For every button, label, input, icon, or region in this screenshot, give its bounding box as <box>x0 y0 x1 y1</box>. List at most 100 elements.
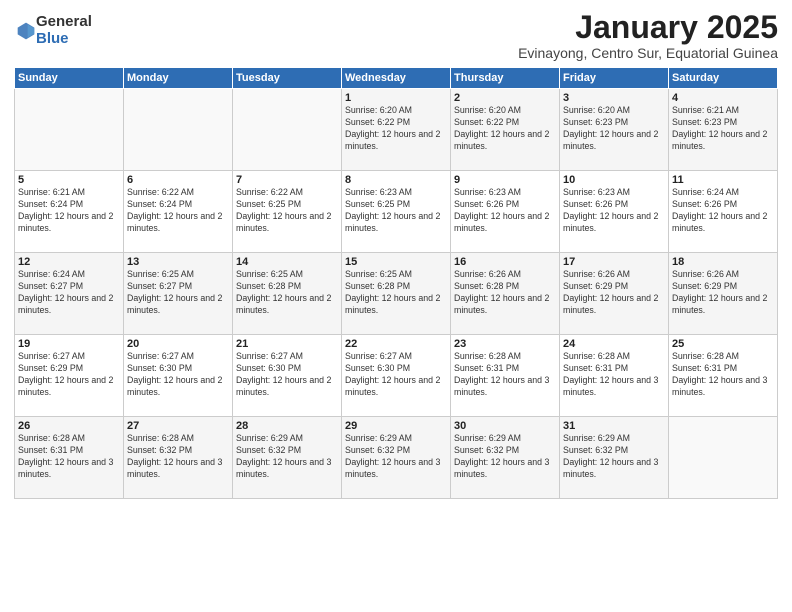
calendar-cell <box>124 89 233 171</box>
calendar-cell: 29Sunrise: 6:29 AM Sunset: 6:32 PM Dayli… <box>342 417 451 499</box>
day-number: 28 <box>236 420 338 432</box>
col-friday: Friday <box>560 68 669 89</box>
logo-text: General Blue <box>36 14 92 47</box>
day-number: 30 <box>454 420 556 432</box>
day-info: Sunrise: 6:20 AM Sunset: 6:23 PM Dayligh… <box>563 105 665 153</box>
calendar-cell <box>15 89 124 171</box>
day-number: 23 <box>454 338 556 350</box>
day-number: 19 <box>18 338 120 350</box>
calendar-cell: 22Sunrise: 6:27 AM Sunset: 6:30 PM Dayli… <box>342 335 451 417</box>
header-row: Sunday Monday Tuesday Wednesday Thursday… <box>15 68 778 89</box>
day-number: 10 <box>563 174 665 186</box>
calendar-cell: 10Sunrise: 6:23 AM Sunset: 6:26 PM Dayli… <box>560 171 669 253</box>
calendar-cell: 24Sunrise: 6:28 AM Sunset: 6:31 PM Dayli… <box>560 335 669 417</box>
day-info: Sunrise: 6:21 AM Sunset: 6:23 PM Dayligh… <box>672 105 774 153</box>
day-info: Sunrise: 6:28 AM Sunset: 6:31 PM Dayligh… <box>18 433 120 481</box>
logo-general: General <box>36 14 92 31</box>
day-number: 5 <box>18 174 120 186</box>
calendar-cell: 31Sunrise: 6:29 AM Sunset: 6:32 PM Dayli… <box>560 417 669 499</box>
calendar-cell: 30Sunrise: 6:29 AM Sunset: 6:32 PM Dayli… <box>451 417 560 499</box>
day-number: 8 <box>345 174 447 186</box>
calendar-cell: 13Sunrise: 6:25 AM Sunset: 6:27 PM Dayli… <box>124 253 233 335</box>
calendar-cell: 16Sunrise: 6:26 AM Sunset: 6:28 PM Dayli… <box>451 253 560 335</box>
calendar-cell: 25Sunrise: 6:28 AM Sunset: 6:31 PM Dayli… <box>669 335 778 417</box>
day-info: Sunrise: 6:23 AM Sunset: 6:26 PM Dayligh… <box>563 187 665 235</box>
day-number: 15 <box>345 256 447 268</box>
day-info: Sunrise: 6:28 AM Sunset: 6:31 PM Dayligh… <box>672 351 774 399</box>
calendar-cell: 15Sunrise: 6:25 AM Sunset: 6:28 PM Dayli… <box>342 253 451 335</box>
calendar-week-3: 12Sunrise: 6:24 AM Sunset: 6:27 PM Dayli… <box>15 253 778 335</box>
calendar-cell: 2Sunrise: 6:20 AM Sunset: 6:22 PM Daylig… <box>451 89 560 171</box>
day-info: Sunrise: 6:26 AM Sunset: 6:29 PM Dayligh… <box>672 269 774 317</box>
calendar-cell: 7Sunrise: 6:22 AM Sunset: 6:25 PM Daylig… <box>233 171 342 253</box>
day-number: 16 <box>454 256 556 268</box>
calendar-cell: 5Sunrise: 6:21 AM Sunset: 6:24 PM Daylig… <box>15 171 124 253</box>
col-tuesday: Tuesday <box>233 68 342 89</box>
day-info: Sunrise: 6:23 AM Sunset: 6:25 PM Dayligh… <box>345 187 447 235</box>
logo-blue: Blue <box>36 31 92 48</box>
day-number: 9 <box>454 174 556 186</box>
calendar-cell: 18Sunrise: 6:26 AM Sunset: 6:29 PM Dayli… <box>669 253 778 335</box>
calendar-page: General Blue January 2025 Evinayong, Cen… <box>0 0 792 612</box>
calendar-cell: 23Sunrise: 6:28 AM Sunset: 6:31 PM Dayli… <box>451 335 560 417</box>
header: General Blue January 2025 Evinayong, Cen… <box>14 10 778 61</box>
col-wednesday: Wednesday <box>342 68 451 89</box>
day-number: 2 <box>454 92 556 104</box>
day-info: Sunrise: 6:29 AM Sunset: 6:32 PM Dayligh… <box>454 433 556 481</box>
day-info: Sunrise: 6:22 AM Sunset: 6:24 PM Dayligh… <box>127 187 229 235</box>
logo-icon <box>16 21 36 41</box>
calendar-cell: 8Sunrise: 6:23 AM Sunset: 6:25 PM Daylig… <box>342 171 451 253</box>
calendar-week-4: 19Sunrise: 6:27 AM Sunset: 6:29 PM Dayli… <box>15 335 778 417</box>
day-info: Sunrise: 6:25 AM Sunset: 6:28 PM Dayligh… <box>345 269 447 317</box>
day-number: 24 <box>563 338 665 350</box>
calendar-cell: 4Sunrise: 6:21 AM Sunset: 6:23 PM Daylig… <box>669 89 778 171</box>
day-number: 1 <box>345 92 447 104</box>
calendar-cell: 1Sunrise: 6:20 AM Sunset: 6:22 PM Daylig… <box>342 89 451 171</box>
location-subtitle: Evinayong, Centro Sur, Equatorial Guinea <box>518 45 778 61</box>
calendar-cell: 19Sunrise: 6:27 AM Sunset: 6:29 PM Dayli… <box>15 335 124 417</box>
calendar-cell: 27Sunrise: 6:28 AM Sunset: 6:32 PM Dayli… <box>124 417 233 499</box>
calendar-cell: 26Sunrise: 6:28 AM Sunset: 6:31 PM Dayli… <box>15 417 124 499</box>
col-monday: Monday <box>124 68 233 89</box>
day-info: Sunrise: 6:24 AM Sunset: 6:27 PM Dayligh… <box>18 269 120 317</box>
calendar-cell: 20Sunrise: 6:27 AM Sunset: 6:30 PM Dayli… <box>124 335 233 417</box>
calendar-cell: 17Sunrise: 6:26 AM Sunset: 6:29 PM Dayli… <box>560 253 669 335</box>
calendar-cell: 6Sunrise: 6:22 AM Sunset: 6:24 PM Daylig… <box>124 171 233 253</box>
calendar-cell: 12Sunrise: 6:24 AM Sunset: 6:27 PM Dayli… <box>15 253 124 335</box>
day-info: Sunrise: 6:27 AM Sunset: 6:29 PM Dayligh… <box>18 351 120 399</box>
calendar-week-1: 1Sunrise: 6:20 AM Sunset: 6:22 PM Daylig… <box>15 89 778 171</box>
day-info: Sunrise: 6:25 AM Sunset: 6:28 PM Dayligh… <box>236 269 338 317</box>
day-info: Sunrise: 6:23 AM Sunset: 6:26 PM Dayligh… <box>454 187 556 235</box>
day-number: 4 <box>672 92 774 104</box>
day-number: 25 <box>672 338 774 350</box>
day-number: 18 <box>672 256 774 268</box>
calendar-cell: 28Sunrise: 6:29 AM Sunset: 6:32 PM Dayli… <box>233 417 342 499</box>
day-number: 6 <box>127 174 229 186</box>
col-sunday: Sunday <box>15 68 124 89</box>
day-info: Sunrise: 6:29 AM Sunset: 6:32 PM Dayligh… <box>563 433 665 481</box>
day-info: Sunrise: 6:27 AM Sunset: 6:30 PM Dayligh… <box>127 351 229 399</box>
calendar-cell: 14Sunrise: 6:25 AM Sunset: 6:28 PM Dayli… <box>233 253 342 335</box>
day-info: Sunrise: 6:20 AM Sunset: 6:22 PM Dayligh… <box>454 105 556 153</box>
calendar-week-2: 5Sunrise: 6:21 AM Sunset: 6:24 PM Daylig… <box>15 171 778 253</box>
day-number: 27 <box>127 420 229 432</box>
day-info: Sunrise: 6:26 AM Sunset: 6:29 PM Dayligh… <box>563 269 665 317</box>
calendar-week-5: 26Sunrise: 6:28 AM Sunset: 6:31 PM Dayli… <box>15 417 778 499</box>
day-info: Sunrise: 6:22 AM Sunset: 6:25 PM Dayligh… <box>236 187 338 235</box>
day-info: Sunrise: 6:28 AM Sunset: 6:31 PM Dayligh… <box>563 351 665 399</box>
day-info: Sunrise: 6:28 AM Sunset: 6:31 PM Dayligh… <box>454 351 556 399</box>
day-info: Sunrise: 6:20 AM Sunset: 6:22 PM Dayligh… <box>345 105 447 153</box>
day-number: 13 <box>127 256 229 268</box>
day-number: 31 <box>563 420 665 432</box>
day-number: 17 <box>563 256 665 268</box>
day-info: Sunrise: 6:27 AM Sunset: 6:30 PM Dayligh… <box>345 351 447 399</box>
day-number: 20 <box>127 338 229 350</box>
day-number: 3 <box>563 92 665 104</box>
calendar-cell <box>669 417 778 499</box>
day-number: 14 <box>236 256 338 268</box>
day-info: Sunrise: 6:26 AM Sunset: 6:28 PM Dayligh… <box>454 269 556 317</box>
day-number: 12 <box>18 256 120 268</box>
calendar-cell: 11Sunrise: 6:24 AM Sunset: 6:26 PM Dayli… <box>669 171 778 253</box>
day-number: 26 <box>18 420 120 432</box>
day-info: Sunrise: 6:29 AM Sunset: 6:32 PM Dayligh… <box>345 433 447 481</box>
